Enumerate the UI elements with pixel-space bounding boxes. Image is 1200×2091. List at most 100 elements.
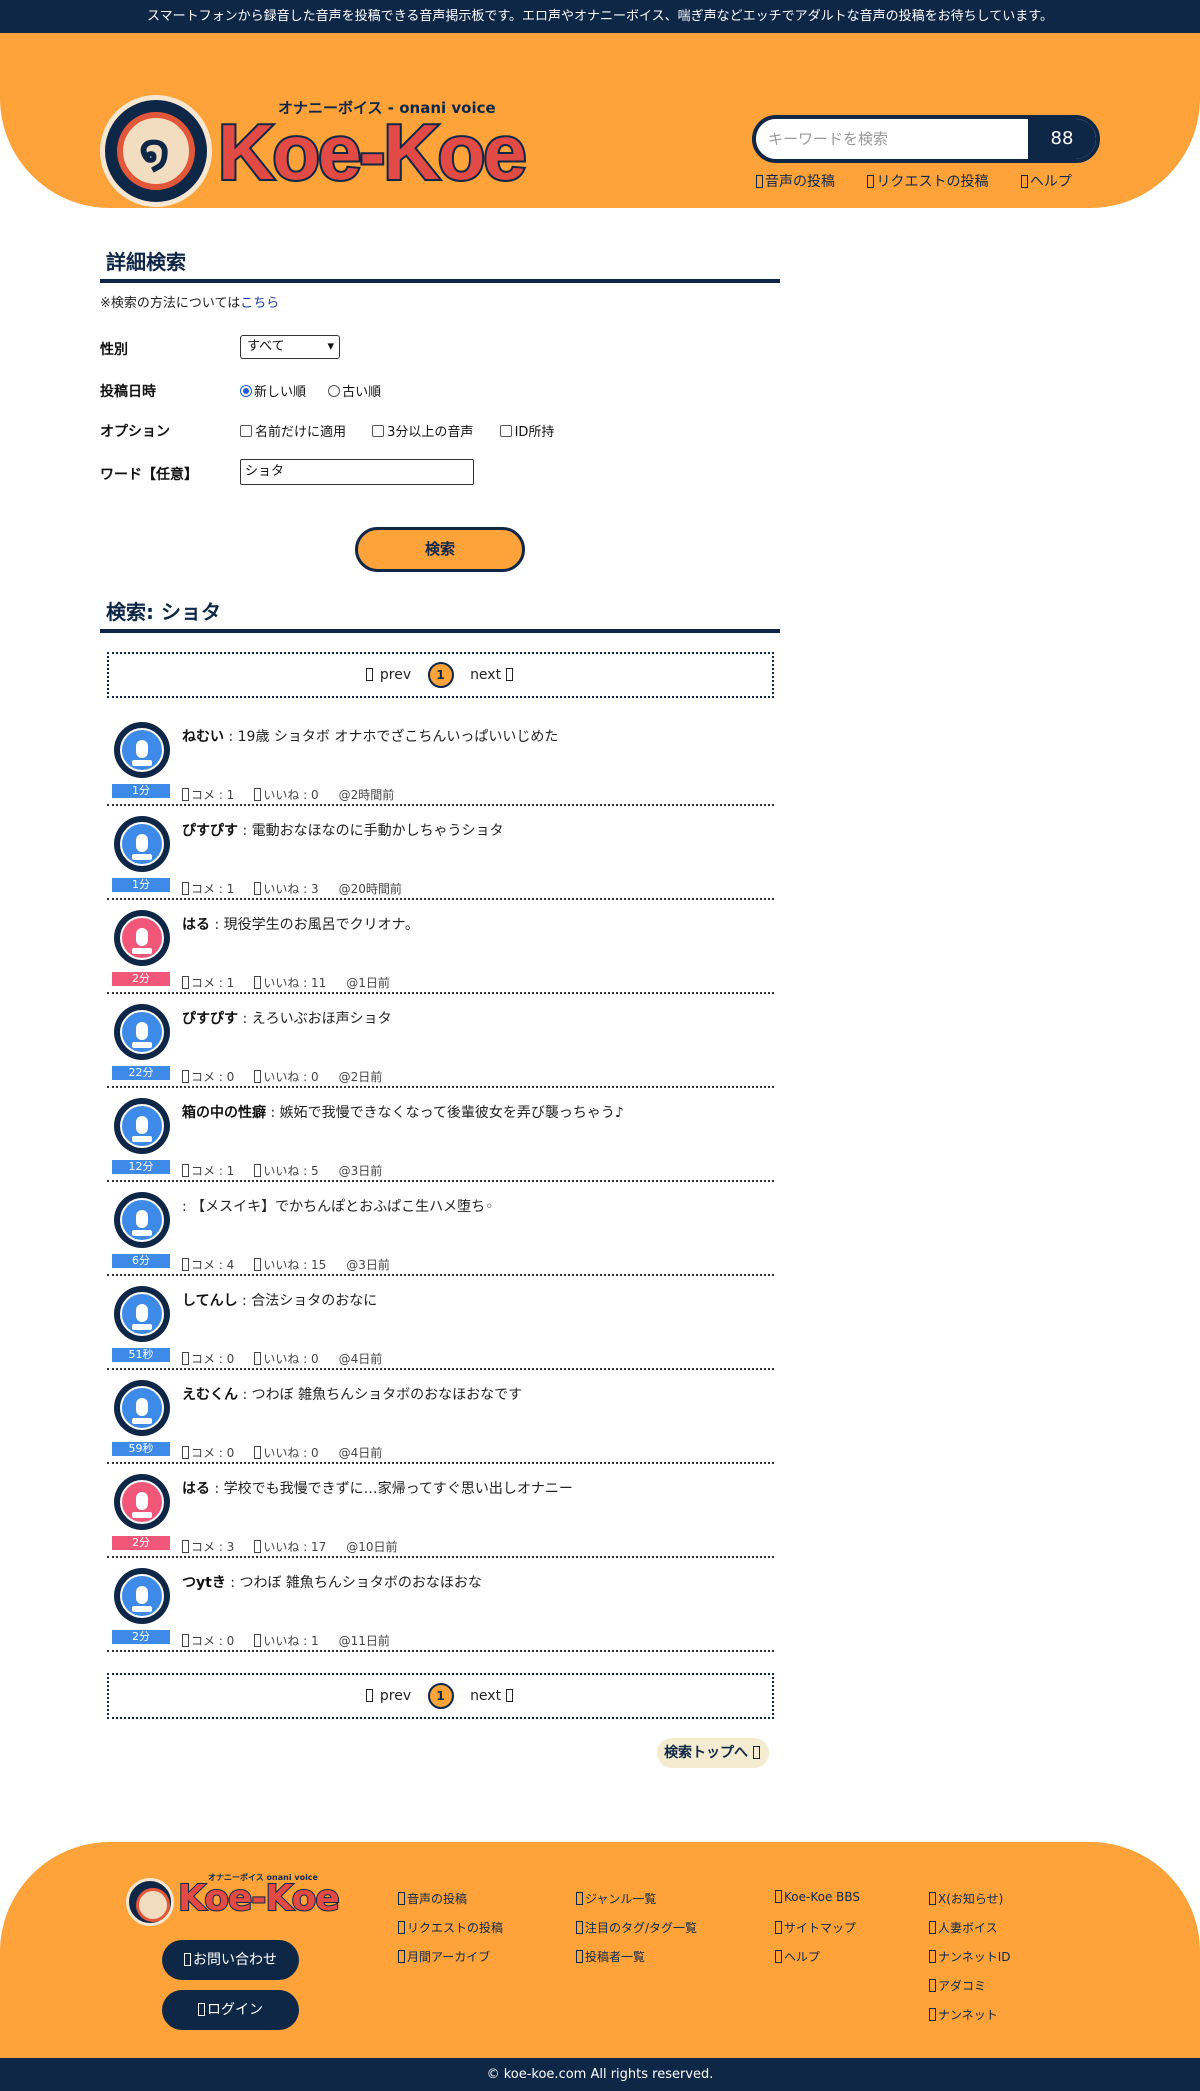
radio-newest[interactable]: 新しい順 [240, 385, 306, 400]
post-time: @11日前 [338, 1634, 390, 1648]
copyright: © koe-koe.com All rights reserved. [0, 2058, 1200, 2091]
pager-prev[interactable]: prev [366, 667, 411, 683]
post-meta: コメ : 1 いいね : 5 @3日前 [182, 1162, 392, 1179]
result-row[interactable]: 2分 はる : 学校でも我慢できずに…家帰ってすぐ思い出しオナニー コメ : 3 いい… [107, 1464, 774, 1558]
footer-link-wife-voice[interactable]: 人妻ボイス [929, 1919, 998, 1936]
site-logo[interactable]: ໑ オナニーボイス - onani voice Koe-Koe [100, 63, 550, 207]
post-title[interactable]: はる : 現役学生のお風呂でクリオナ。 [182, 914, 419, 934]
heart-icon [254, 1540, 262, 1553]
like-count: いいね : 0 [254, 1352, 328, 1366]
footer-link-posters[interactable]: 投稿者一覧 [576, 1948, 645, 1965]
word-input[interactable]: ショタ [240, 459, 474, 485]
post-time: @10日前 [346, 1540, 398, 1554]
gender-select[interactable]: すべて [240, 335, 340, 359]
post-title[interactable]: してんし : 合法ショタのおなに [182, 1290, 377, 1310]
voice-avatar-icon[interactable] [114, 816, 170, 872]
login-button[interactable]: ログイン [162, 1990, 299, 2030]
footer-logo[interactable]: オナニーボイス onani voice Koe-Koe [126, 1872, 341, 1926]
post-user: ねむい [182, 729, 224, 745]
voice-avatar-icon[interactable] [114, 1004, 170, 1060]
checkbox-over-3min[interactable]: 3分以上の音声 [372, 425, 473, 440]
post-title[interactable]: : 【メスイキ】でかちんぽとおふぱこ生ハメ堕ち◦ [182, 1196, 493, 1216]
contact-button[interactable]: お問い合わせ [162, 1940, 299, 1980]
post-text: つわぼ 雑魚ちんショタボのおなほおな [239, 1575, 482, 1591]
voice-avatar-icon[interactable] [114, 722, 170, 778]
heart-icon [254, 1634, 262, 1647]
pager-page-1[interactable]: 1 [427, 1683, 454, 1709]
footer-link-tags[interactable]: 注目のタグ/タグ一覧 [576, 1919, 697, 1936]
radio-oldest[interactable]: 古い順 [328, 385, 381, 400]
post-title[interactable]: ぴすぴす : えろいぶおほ声ショタ [182, 1008, 392, 1028]
pager-next[interactable]: next [470, 1688, 514, 1704]
result-row[interactable]: 2分 つytき : つわぼ 雑魚ちんショタボのおなほおな コメ : 0 いいね : 1… [107, 1558, 774, 1652]
nav-post-voice[interactable]: 音声の投稿 [756, 174, 835, 190]
duration-badge: 1分 [112, 878, 170, 892]
pager-page-1[interactable]: 1 [427, 662, 454, 688]
comment-count: コメ : 1 [182, 1164, 244, 1178]
post-title[interactable]: えむくん : つわぼ 雑魚ちんショタボのおなほおなです [182, 1384, 522, 1404]
footer-link-nannet-id[interactable]: ナンネットID [929, 1948, 1011, 1965]
post-text: 現役学生のお風呂でクリオナ。 [223, 917, 419, 933]
result-row[interactable]: 1分 ねむい : 19歳 ショタボ オナホでざこちんいっぱいいじめた コメ : 1 い… [107, 712, 774, 806]
footer-link-adacomi[interactable]: アダコミ [929, 1977, 986, 1994]
post-title[interactable]: ぴすぴす : 電動おなほなのに手動かしちゃうショタ [182, 820, 504, 840]
post-title[interactable]: ねむい : 19歳 ショタボ オナホでざこちんいっぱいいじめた [182, 726, 558, 746]
search-submit-button[interactable]: 検索 [355, 527, 525, 572]
search-grid-icon[interactable]: 88 [1028, 119, 1096, 159]
voice-avatar-icon[interactable] [114, 1380, 170, 1436]
like-count: いいね : 15 [254, 1258, 336, 1272]
footer-link-post-request[interactable]: リクエストの投稿 [398, 1919, 503, 1936]
search-input[interactable] [756, 119, 1032, 159]
comment-icon [182, 1258, 189, 1271]
footer-link-monthly-archive[interactable]: 月間アーカイブ [398, 1948, 490, 1965]
post-text: 嫉妬で我慢できなくなって後輩彼女を弄び襲っちゃう♪ [279, 1105, 624, 1121]
voice-avatar-icon[interactable] [114, 1098, 170, 1154]
chevron-left-icon [366, 668, 374, 681]
footer-link-x[interactable]: X(お知らせ) [929, 1890, 1003, 1907]
chevron-right-icon [505, 668, 513, 681]
duration-badge: 22分 [112, 1066, 170, 1080]
footer-link-sitemap[interactable]: サイトマップ [775, 1919, 856, 1936]
result-row[interactable]: 2分 はる : 現役学生のお風呂でクリオナ。 コメ : 1 いいね : 11 @1日前 [107, 900, 774, 994]
checkbox-has-id[interactable]: ID所持 [499, 425, 554, 440]
result-row[interactable]: 12分 箱の中の性癖 : 嫉妬で我慢できなくなって後輩彼女を弄び襲っちゃう♪ コメ … [107, 1088, 774, 1182]
header-nav: 音声の投稿 リクエストの投稿 ヘルプ [756, 171, 1100, 191]
post-title[interactable]: はる : 学校でも我慢できずに…家帰ってすぐ思い出しオナニー [182, 1478, 573, 1498]
result-row[interactable]: 6分 : 【メスイキ】でかちんぽとおふぱこ生ハメ堕ち◦ コメ : 4 いいね : 1… [107, 1182, 774, 1276]
post-meta: コメ : 3 いいね : 17 @10日前 [182, 1538, 408, 1555]
footer-link-post-voice[interactable]: 音声の投稿 [398, 1890, 467, 1907]
footer-link-nannet[interactable]: ナンネット [929, 2006, 998, 2023]
comment-count: コメ : 0 [182, 1446, 244, 1460]
post-user: ぴすぴす [182, 823, 238, 839]
post-time: @2時間前 [338, 788, 395, 802]
nav-post-request[interactable]: リクエストの投稿 [867, 174, 988, 190]
footer-link-genres[interactable]: ジャンル一覧 [576, 1890, 656, 1907]
back-to-search-top[interactable]: 検索トップへ [657, 1738, 769, 1768]
nav-help[interactable]: ヘルプ [1020, 174, 1072, 190]
pager-next[interactable]: next [470, 667, 514, 683]
duration-badge: 2分 [112, 1536, 170, 1550]
voice-avatar-icon[interactable] [114, 1568, 170, 1624]
duration-badge: 51秒 [112, 1348, 170, 1362]
post-text: 【メスイキ】でかちんぽとおふぱこ生ハメ堕ち◦ [191, 1199, 494, 1215]
footer-link-bbs[interactable]: Koe-Koe BBS [775, 1890, 860, 1904]
footer-link-help[interactable]: ヘルプ [775, 1948, 820, 1965]
post-text: 電動おなほなのに手動かしちゃうショタ [251, 823, 504, 839]
pager-prev[interactable]: prev [366, 1688, 411, 1704]
voice-avatar-icon[interactable] [114, 1286, 170, 1342]
voice-avatar-icon[interactable] [114, 1474, 170, 1530]
login-icon [198, 2003, 205, 2016]
post-title[interactable]: 箱の中の性癖 : 嫉妬で我慢できなくなって後輩彼女を弄び襲っちゃう♪ [182, 1102, 624, 1122]
search-help-link[interactable]: こちら [240, 296, 279, 311]
post-title[interactable]: つytき : つわぼ 雑魚ちんショタボのおなほおな [182, 1572, 482, 1592]
voice-avatar-icon[interactable] [114, 910, 170, 966]
result-row[interactable]: 1分 ぴすぴす : 電動おなほなのに手動かしちゃうショタ コメ : 1 いいね : 3… [107, 806, 774, 900]
result-row[interactable]: 59秒 えむくん : つわぼ 雑魚ちんショタボのおなほおなです コメ : 0 いいね … [107, 1370, 774, 1464]
result-row[interactable]: 51秒 してんし : 合法ショタのおなに コメ : 0 いいね : 0 @4日前 [107, 1276, 774, 1370]
post-meta: コメ : 0 いいね : 0 @4日前 [182, 1350, 392, 1367]
checkbox-name-only[interactable]: 名前だけに適用 [240, 425, 346, 440]
comment-icon [182, 1070, 189, 1083]
voice-avatar-icon[interactable] [114, 1192, 170, 1248]
gender-label: 性別 [100, 342, 128, 358]
result-row[interactable]: 22分 ぴすぴす : えろいぶおほ声ショタ コメ : 0 いいね : 0 @2日前 [107, 994, 774, 1088]
